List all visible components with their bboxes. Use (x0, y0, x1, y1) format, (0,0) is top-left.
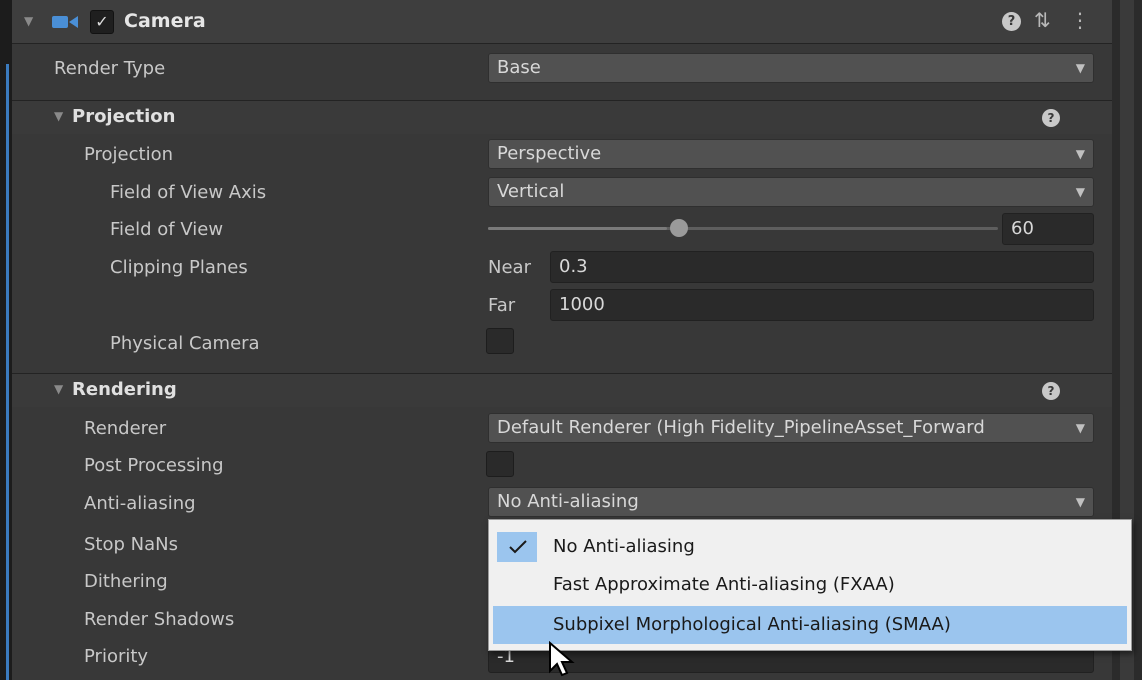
chevron-down-icon: ▼ (1073, 414, 1085, 442)
post-processing-label: Post Processing (84, 455, 224, 476)
checkmark-icon (497, 532, 537, 562)
render-type-dropdown[interactable]: Base ▼ (488, 53, 1094, 83)
far-value: 1000 (559, 294, 605, 315)
projection-section-header[interactable]: ▼ Projection ? (12, 100, 1112, 134)
near-label: Near (488, 257, 531, 278)
clipping-planes-label: Clipping Planes (110, 257, 248, 278)
physical-camera-checkbox[interactable] (486, 328, 514, 354)
preset-icon[interactable]: ⇅ (1034, 8, 1051, 32)
help-icon[interactable]: ? (1002, 12, 1021, 31)
near-value: 0.3 (559, 256, 588, 277)
dithering-label: Dithering (84, 571, 168, 592)
anti-aliasing-label: Anti-aliasing (84, 493, 196, 514)
fov-slider-track[interactable] (488, 227, 998, 230)
chevron-down-icon: ▼ (1073, 178, 1085, 206)
camera-component-header[interactable]: ▼ ✓ Camera ? ⇅ ⋮ (12, 0, 1112, 44)
fov-slider-handle[interactable] (670, 219, 688, 237)
more-menu-icon[interactable]: ⋮ (1070, 8, 1090, 32)
aa-option-fxaa[interactable]: Fast Approximate Anti-aliasing (FXAA) (493, 566, 1127, 604)
fov-axis-label: Field of View Axis (110, 182, 267, 203)
render-type-label: Render Type (54, 58, 166, 79)
render-shadows-label: Render Shadows (84, 609, 235, 630)
far-field[interactable]: 1000 (550, 289, 1094, 321)
projection-value: Perspective (497, 143, 602, 164)
aa-option-smaa[interactable]: Subpixel Morphological Anti-aliasing (SM… (493, 606, 1127, 644)
selection-indicator (6, 64, 9, 680)
fov-axis-dropdown[interactable]: Vertical ▼ (488, 177, 1094, 207)
aa-option-label: No Anti-aliasing (553, 536, 695, 557)
fov-value: 60 (1011, 218, 1034, 239)
anti-aliasing-value: No Anti-aliasing (497, 491, 639, 512)
fov-axis-value: Vertical (497, 181, 565, 202)
projection-dropdown[interactable]: Perspective ▼ (488, 139, 1094, 169)
fov-label: Field of View (110, 219, 224, 240)
fov-value-field[interactable]: 60 (1002, 213, 1094, 245)
help-icon[interactable]: ? (1042, 382, 1060, 400)
rendering-section-header[interactable]: ▼ Rendering ? (12, 373, 1112, 407)
chevron-down-icon: ▼ (1073, 54, 1085, 82)
projection-section-title: Projection (72, 106, 176, 127)
fov-slider-fill (488, 227, 667, 230)
mouse-cursor-icon (549, 641, 575, 677)
renderer-dropdown[interactable]: Default Renderer (High Fidelity_Pipeline… (488, 413, 1094, 443)
renderer-value: Default Renderer (High Fidelity_Pipeline… (497, 417, 985, 438)
fold-arrow-icon[interactable]: ▼ (24, 14, 33, 28)
rendering-section-title: Rendering (72, 379, 177, 400)
anti-aliasing-dropdown[interactable]: No Anti-aliasing ▼ (488, 487, 1094, 517)
help-icon[interactable]: ? (1042, 109, 1060, 127)
fold-arrow-icon[interactable]: ▼ (54, 382, 63, 396)
near-field[interactable]: 0.3 (550, 251, 1094, 283)
aa-option-label: Subpixel Morphological Anti-aliasing (SM… (553, 614, 951, 635)
chevron-down-icon: ▼ (1073, 488, 1085, 516)
projection-label: Projection (84, 144, 174, 165)
anti-aliasing-popup-menu: No Anti-aliasing Fast Approximate Anti-a… (488, 519, 1132, 651)
render-type-value: Base (497, 57, 541, 78)
stop-nans-label: Stop NaNs (84, 534, 178, 555)
component-title: Camera (124, 10, 206, 32)
far-label: Far (488, 295, 516, 316)
post-processing-checkbox[interactable] (486, 451, 514, 477)
renderer-label: Renderer (84, 418, 167, 439)
physical-camera-label: Physical Camera (110, 333, 260, 354)
chevron-down-icon: ▼ (1073, 140, 1085, 168)
aa-option-label: Fast Approximate Anti-aliasing (FXAA) (553, 574, 895, 595)
fold-arrow-icon[interactable]: ▼ (54, 109, 63, 123)
aa-option-none[interactable]: No Anti-aliasing (493, 528, 1127, 566)
component-enabled-checkbox[interactable]: ✓ (90, 10, 114, 34)
left-edge-strip (0, 0, 12, 680)
camera-icon (52, 13, 82, 31)
priority-label: Priority (84, 646, 149, 667)
